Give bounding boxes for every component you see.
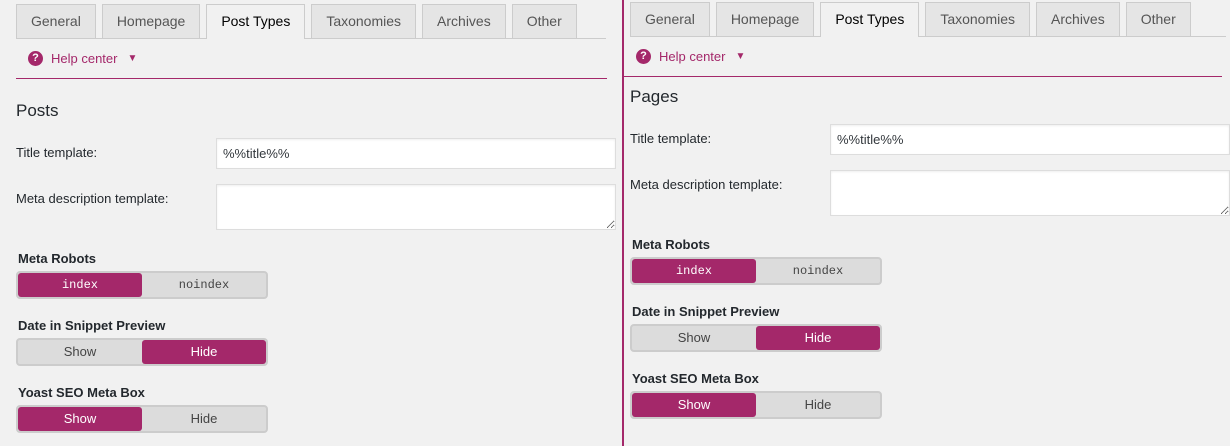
meta-box-switch: Show Hide — [16, 405, 268, 433]
meta-robots-title: Meta Robots — [18, 251, 96, 266]
meta-box-option-show[interactable]: Show — [632, 393, 756, 417]
tab-post-types[interactable]: Post Types — [820, 2, 920, 37]
question-icon: ? — [28, 51, 43, 66]
tab-taxonomies[interactable]: Taxonomies — [311, 4, 417, 38]
section-title: Posts — [16, 101, 59, 120]
help-center-label: Help center — [51, 51, 118, 66]
tab-post-types[interactable]: Post Types — [206, 4, 306, 39]
meta-description-textarea[interactable] — [830, 170, 1230, 216]
tab-bar: General Homepage Post Types Taxonomies A… — [16, 4, 583, 39]
date-snippet-option-hide[interactable]: Hide — [756, 326, 880, 350]
tab-taxonomies[interactable]: Taxonomies — [925, 2, 1031, 36]
date-snippet-switch: Show Hide — [630, 324, 882, 352]
meta-description-textarea[interactable] — [216, 184, 616, 230]
tab-other[interactable]: Other — [1125, 2, 1191, 36]
help-divider — [624, 76, 1222, 77]
tab-divider — [16, 38, 606, 39]
section-title: Pages — [630, 87, 679, 106]
tab-divider — [630, 36, 1226, 37]
pages-settings-panel: General Homepage Post Types Taxonomies A… — [624, 0, 1230, 446]
title-template-label: Title template: — [630, 131, 712, 146]
date-snippet-switch: Show Hide — [16, 338, 268, 366]
meta-box-title: Yoast SEO Meta Box — [18, 385, 145, 400]
question-icon: ? — [636, 49, 651, 64]
date-snippet-option-show[interactable]: Show — [18, 340, 142, 364]
help-divider — [16, 78, 607, 79]
tab-general[interactable]: General — [630, 2, 710, 36]
tab-archives[interactable]: Archives — [1036, 2, 1120, 36]
date-snippet-title: Date in Snippet Preview — [632, 304, 780, 319]
meta-description-label: Meta description template: — [16, 191, 169, 206]
tab-homepage[interactable]: Homepage — [715, 2, 815, 36]
title-template-input[interactable] — [216, 138, 616, 169]
meta-box-option-show[interactable]: Show — [18, 407, 142, 431]
tab-general[interactable]: General — [16, 4, 96, 38]
meta-box-option-hide[interactable]: Hide — [756, 393, 880, 417]
meta-robots-title: Meta Robots — [632, 237, 710, 252]
posts-settings-panel: General Homepage Post Types Taxonomies A… — [0, 0, 622, 446]
meta-robots-option-noindex[interactable]: noindex — [756, 259, 880, 283]
meta-robots-option-index[interactable]: index — [632, 259, 756, 283]
meta-robots-option-index[interactable]: index — [18, 273, 142, 297]
date-snippet-option-show[interactable]: Show — [632, 326, 756, 350]
title-template-input[interactable] — [830, 124, 1230, 155]
meta-box-option-hide[interactable]: Hide — [142, 407, 266, 431]
help-center-toggle[interactable]: ? Help center ▼ — [636, 49, 745, 64]
meta-robots-switch: index noindex — [630, 257, 882, 285]
meta-box-switch: Show Hide — [630, 391, 882, 419]
caret-down-icon: ▼ — [735, 51, 746, 62]
tab-bar: General Homepage Post Types Taxonomies A… — [630, 2, 1197, 37]
meta-description-label: Meta description template: — [630, 177, 783, 192]
meta-box-title: Yoast SEO Meta Box — [632, 371, 759, 386]
tab-homepage[interactable]: Homepage — [101, 4, 201, 38]
meta-robots-switch: index noindex — [16, 271, 268, 299]
help-center-label: Help center — [659, 49, 726, 64]
caret-down-icon: ▼ — [127, 53, 138, 64]
date-snippet-option-hide[interactable]: Hide — [142, 340, 266, 364]
meta-robots-option-noindex[interactable]: noindex — [142, 273, 266, 297]
date-snippet-title: Date in Snippet Preview — [18, 318, 166, 333]
tab-other[interactable]: Other — [511, 4, 577, 38]
tab-archives[interactable]: Archives — [422, 4, 506, 38]
help-center-toggle[interactable]: ? Help center ▼ — [28, 51, 137, 66]
title-template-label: Title template: — [16, 145, 98, 160]
